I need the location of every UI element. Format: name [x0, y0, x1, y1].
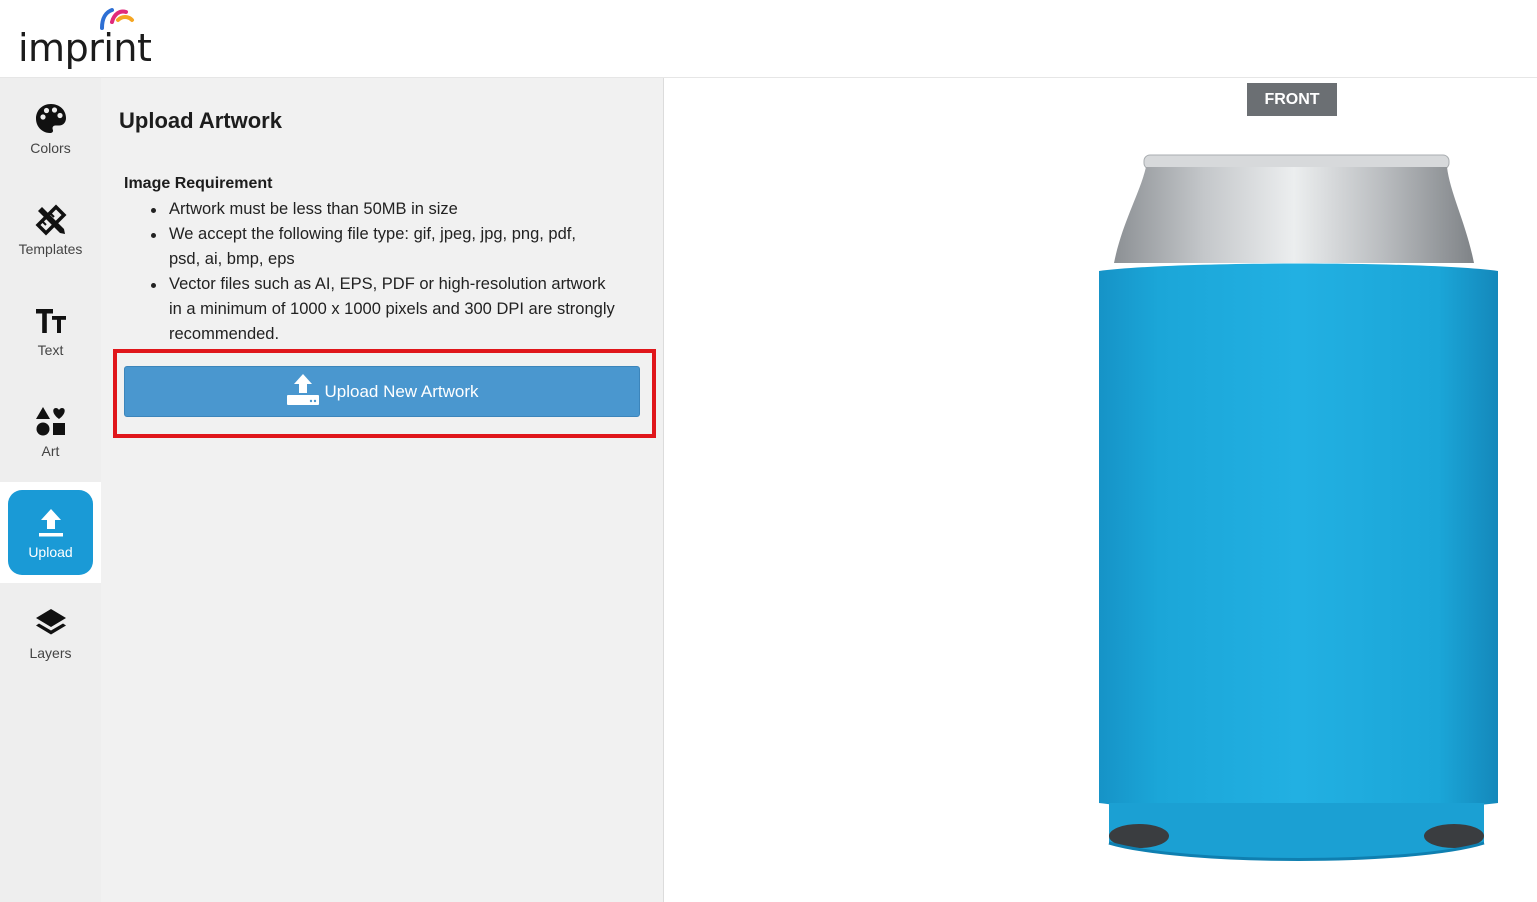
sidebar-item-label: Colors [30, 139, 71, 156]
logo-text: imprint [18, 26, 152, 70]
list-item: Artwork must be less than 50MB in size [146, 197, 646, 222]
palette-icon [35, 103, 66, 133]
requirements-title: Image Requirement [124, 175, 273, 192]
templates-icon [35, 204, 66, 235]
layers-icon [35, 608, 66, 634]
sidebar-item-upload[interactable]: Upload [0, 482, 101, 583]
imprint-logo[interactable]: imprint [16, 4, 156, 72]
sidebar-item-templates[interactable]: Templates [0, 179, 101, 280]
koozie-product-image [1099, 154, 1498, 861]
requirements-list: Artwork must be less than 50MB in size W… [146, 197, 646, 347]
sidebar-item-text[interactable]: Text [0, 280, 101, 381]
upload-icon [38, 508, 63, 536]
shapes-icon [35, 406, 65, 435]
list-item: We accept the following file type: gif, … [146, 222, 586, 272]
upload-tray-icon [287, 373, 320, 405]
tool-sidebar: Colors Templates Text Art Upload Layers [0, 78, 101, 902]
sidebar-item-layers[interactable]: Layers [0, 583, 101, 684]
front-side-badge[interactable]: FRONT [1247, 83, 1337, 116]
upload-new-artwork-button[interactable]: Upload New Artwork [124, 366, 640, 417]
sidebar-item-colors[interactable]: Colors [0, 78, 101, 179]
sidebar-item-label: Text [37, 341, 64, 358]
product-preview: FRONT [664, 78, 1537, 902]
panel-title: Upload Artwork [119, 108, 282, 133]
upload-button-label: Upload New Artwork [324, 381, 479, 401]
upload-panel: Upload Artwork Image Requirement Artwork… [101, 78, 664, 902]
sidebar-item-label: Upload [28, 543, 73, 560]
list-item: Vector files such as AI, EPS, PDF or hig… [146, 272, 621, 347]
sidebar-item-label: Art [41, 442, 60, 459]
app-header: imprint [0, 0, 1537, 78]
sidebar-item-label: Templates [18, 240, 83, 257]
sidebar-item-label: Layers [29, 644, 72, 661]
sidebar-item-art[interactable]: Art [0, 381, 101, 482]
text-icon [35, 308, 66, 333]
